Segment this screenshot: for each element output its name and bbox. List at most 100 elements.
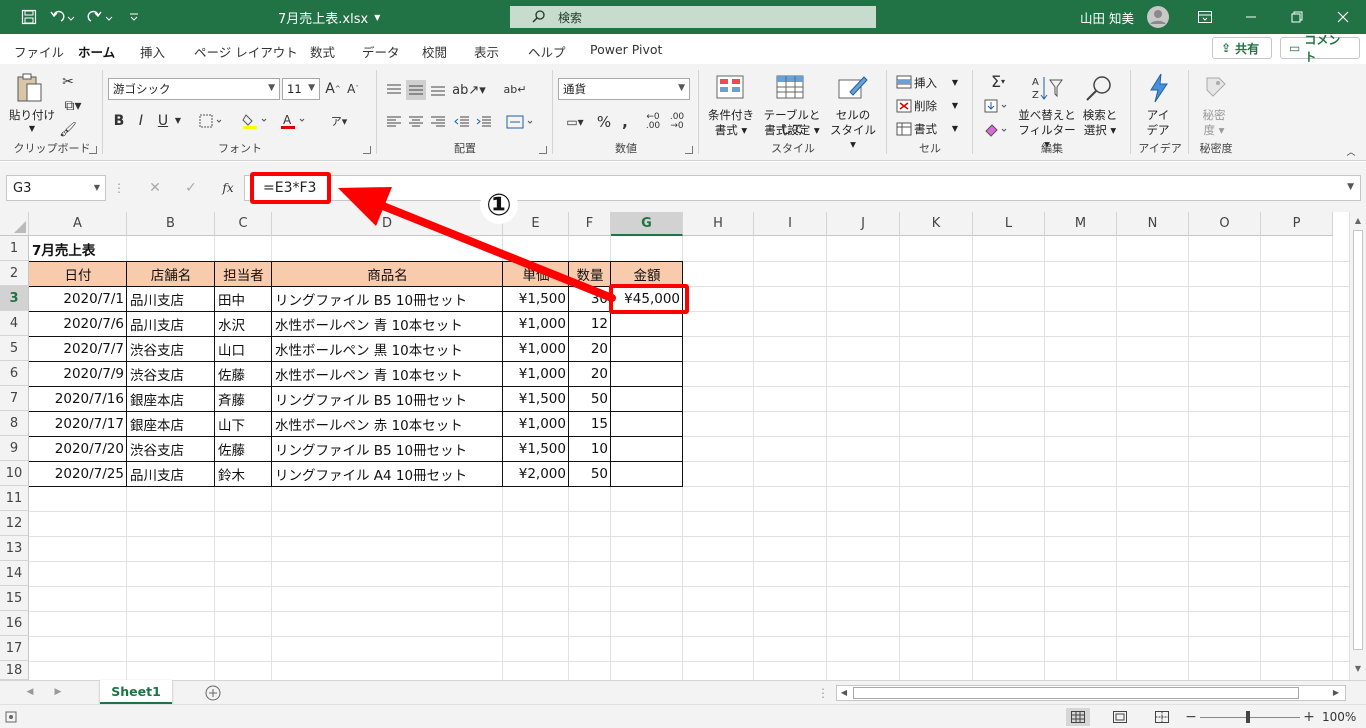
wrap-text-icon[interactable]: ab↵: [504, 78, 527, 100]
product-cell[interactable]: 水性ボールペン 赤 10本セット: [272, 411, 503, 436]
sort-filter-icon[interactable]: AZ: [1028, 72, 1066, 104]
header-cell[interactable]: 金額: [611, 261, 683, 286]
clipboard-launcher-icon[interactable]: [89, 146, 97, 154]
chevron-down-icon[interactable]: ▼: [950, 76, 960, 90]
redo-icon[interactable]: [84, 0, 116, 34]
align-top-icon[interactable]: [384, 80, 404, 100]
amount-cell[interactable]: [611, 461, 683, 486]
header-cell[interactable]: 担当者: [215, 261, 272, 286]
header-cell[interactable]: 数量: [569, 261, 611, 286]
price-cell[interactable]: ¥1,000: [503, 311, 569, 336]
staff-cell[interactable]: 鈴木: [215, 461, 272, 486]
scroll-left-icon[interactable]: ◀: [839, 688, 849, 698]
tab-page-layout[interactable]: ページ レイアウト: [194, 42, 298, 61]
product-cell[interactable]: 水性ボールペン 青 10本セット: [272, 361, 503, 386]
product-cell[interactable]: 水性ボールペン 黒 10本セット: [272, 336, 503, 361]
ideas-label1[interactable]: アイ: [1134, 108, 1182, 122]
tab-review[interactable]: 校閲: [422, 42, 447, 61]
store-cell[interactable]: 品川支店: [127, 286, 215, 311]
ideas-label2[interactable]: デア: [1134, 123, 1182, 137]
font-launcher-icon[interactable]: [363, 146, 371, 154]
staff-cell[interactable]: 斉藤: [215, 386, 272, 411]
zoom-in-icon[interactable]: +: [1302, 709, 1316, 725]
zoom-level[interactable]: 100%: [1322, 709, 1362, 725]
copy-icon[interactable]: ⧉▾: [58, 96, 88, 116]
cut-icon[interactable]: ✂: [58, 72, 78, 92]
macro-record-icon[interactable]: [4, 710, 18, 724]
date-cell[interactable]: 2020/7/16: [29, 386, 127, 411]
paste-label[interactable]: 貼り付け: [6, 108, 58, 122]
number-launcher-icon[interactable]: [685, 146, 693, 154]
zoom-slider-thumb[interactable]: [1246, 711, 1250, 723]
phonetic-icon[interactable]: ア▾: [326, 112, 352, 130]
horizontal-scrollbar[interactable]: ◀ ▶: [836, 685, 1346, 701]
staff-cell[interactable]: 佐藤: [215, 436, 272, 461]
qty-cell[interactable]: 15: [569, 411, 611, 436]
undo-icon[interactable]: [46, 0, 78, 34]
date-cell[interactable]: 2020/7/9: [29, 361, 127, 386]
alignment-launcher-icon[interactable]: [539, 146, 547, 154]
prev-sheet-icon[interactable]: ◀: [24, 686, 36, 698]
paste-icon[interactable]: [10, 70, 50, 106]
decrease-indent-icon[interactable]: [452, 112, 472, 132]
autosum-icon[interactable]: Σ ▾: [982, 72, 1014, 92]
store-cell[interactable]: 銀座本店: [127, 386, 215, 411]
staff-cell[interactable]: 佐藤: [215, 361, 272, 386]
product-cell[interactable]: リングファイル A4 10冊セット: [272, 461, 503, 486]
search-box[interactable]: 検索: [510, 6, 876, 28]
qty-cell[interactable]: 10: [569, 436, 611, 461]
clear-icon[interactable]: [982, 120, 1014, 140]
font-color-icon[interactable]: A: [278, 112, 310, 130]
page-layout-view-icon[interactable]: [1108, 708, 1132, 726]
ideas-icon[interactable]: [1142, 72, 1176, 104]
price-cell[interactable]: ¥1,000: [503, 411, 569, 436]
qty-cell[interactable]: 30: [569, 286, 611, 311]
comma-style-icon[interactable]: ,: [616, 112, 634, 132]
product-cell[interactable]: リングファイル B5 10冊セット: [272, 386, 503, 411]
staff-cell[interactable]: 田中: [215, 286, 272, 311]
align-bottom-icon[interactable]: [428, 80, 448, 100]
sheet-title[interactable]: 7月売上表: [29, 236, 179, 261]
font-size-select[interactable]: 11 ▼: [282, 78, 320, 100]
chevron-down-icon[interactable]: ▼: [26, 122, 38, 136]
decrease-decimal-icon[interactable]: .00 →0: [666, 112, 688, 132]
insert-cells-label[interactable]: 挿入: [914, 76, 950, 90]
insert-function-icon[interactable]: fx: [218, 178, 238, 198]
page-break-view-icon[interactable]: [1150, 708, 1174, 726]
ribbon-display-icon[interactable]: [1190, 0, 1220, 34]
chevron-down-icon[interactable]: ▼: [950, 122, 960, 136]
increase-indent-icon[interactable]: [474, 112, 494, 132]
price-cell[interactable]: ¥1,500: [503, 436, 569, 461]
name-box[interactable]: G3 ▼: [6, 175, 106, 201]
normal-view-icon[interactable]: [1066, 708, 1090, 726]
orientation-icon[interactable]: ab↗▾: [452, 80, 486, 100]
file-name[interactable]: 7月売上表.xlsx ▼: [278, 0, 388, 34]
tab-view[interactable]: 表示: [474, 42, 499, 61]
tab-help[interactable]: ヘルプ: [528, 42, 566, 61]
amount-cell[interactable]: [611, 336, 683, 361]
date-cell[interactable]: 2020/7/6: [29, 311, 127, 336]
delete-cells-label[interactable]: 削除: [914, 99, 950, 113]
amount-cell[interactable]: [611, 436, 683, 461]
align-middle-icon[interactable]: [406, 80, 426, 100]
format-as-table-label2-wrap[interactable]: 書式設定 ▾: [758, 123, 826, 137]
formula-input[interactable]: ▼: [244, 175, 1361, 201]
save-icon[interactable]: [16, 0, 42, 34]
scroll-right-icon[interactable]: ▶: [1331, 688, 1341, 698]
number-format-select[interactable]: 通貨 ▼: [558, 78, 690, 100]
tab-insert[interactable]: 挿入: [140, 42, 165, 61]
store-cell[interactable]: 渋谷支店: [127, 336, 215, 361]
sensitivity-icon[interactable]: [1198, 72, 1232, 104]
comment-button[interactable]: ▭ コメント: [1280, 33, 1360, 64]
store-cell[interactable]: 渋谷支店: [127, 436, 215, 461]
vertical-scroll-thumb[interactable]: [1353, 230, 1363, 650]
chevron-down-icon[interactable]: ▼: [172, 112, 184, 130]
confirm-entry-icon[interactable]: ✓: [182, 178, 200, 198]
staff-cell[interactable]: 水沢: [215, 311, 272, 336]
grow-font-icon[interactable]: A ^: [324, 80, 342, 98]
tab-power-pivot[interactable]: Power Pivot: [590, 42, 662, 57]
header-cell[interactable]: 店舗名: [127, 261, 215, 286]
fill-color-icon[interactable]: [240, 112, 272, 130]
price-cell[interactable]: ¥1,500: [503, 386, 569, 411]
avatar[interactable]: [1144, 0, 1172, 34]
